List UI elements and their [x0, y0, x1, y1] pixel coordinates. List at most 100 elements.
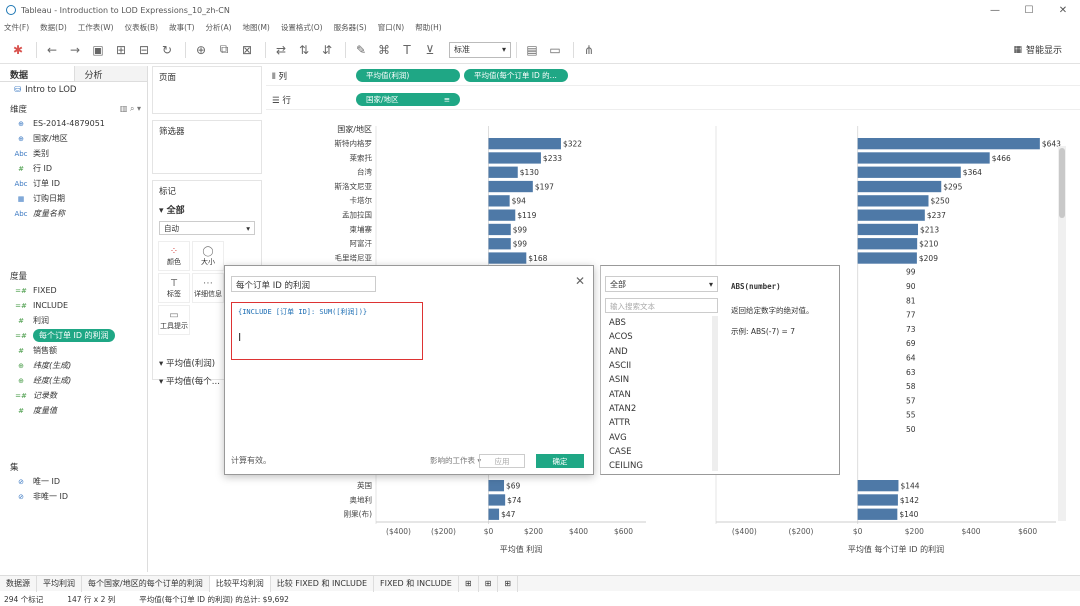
field-item[interactable]: =# 每个订单 ID 的利润 — [0, 328, 147, 343]
color-button[interactable]: ⁘ 颜色 — [158, 241, 190, 271]
new-story-icon[interactable]: ⊞ — [498, 575, 518, 592]
show-me-button[interactable]: ▦ 智能显示 — [1013, 43, 1062, 57]
filters-shelf[interactable]: 筛选器 — [152, 120, 262, 174]
highlight-icon[interactable]: ✎ — [351, 40, 371, 60]
function-list-item[interactable]: AND — [605, 345, 712, 359]
pause-updates-icon[interactable]: ⊟ — [134, 40, 154, 60]
labels-icon[interactable]: T — [397, 40, 417, 60]
show-cards-icon[interactable]: ▤ — [522, 40, 542, 60]
sort-ascending-icon[interactable]: ⇅ — [294, 40, 314, 60]
function-list-item[interactable]: AVG — [605, 430, 712, 444]
menu-server[interactable]: 服务器(S) — [334, 22, 367, 33]
function-list-item[interactable]: CEILING — [605, 459, 712, 471]
calc-formula-editor[interactable]: {INCLUDE [订单 ID]: SUM([利润])} I — [231, 302, 423, 360]
maximize-button[interactable]: ☐ — [1012, 0, 1046, 20]
tab-sheet[interactable]: 比较 FIXED 和 INCLUDE — [271, 575, 375, 592]
ok-button[interactable]: 确定 — [536, 454, 584, 468]
column-pill-avg-per-order[interactable]: 平均值(每个订单 ID 的... — [464, 69, 568, 82]
tab-analysis[interactable]: 分析 — [73, 66, 147, 81]
clear-sheet-icon[interactable]: ⊠ — [237, 40, 257, 60]
field-item[interactable]: Abc 度量名称 — [0, 206, 147, 221]
presentation-mode-icon[interactable]: ▭ — [545, 40, 565, 60]
menu-worksheet[interactable]: 工作表(W) — [78, 22, 114, 33]
menu-dashboard[interactable]: 仪表板(B) — [125, 22, 159, 33]
menu-window[interactable]: 窗口(N) — [378, 22, 404, 33]
new-worksheet-icon[interactable]: ⊞ — [459, 575, 479, 592]
field-item[interactable]: ⊕ ES-2014-4879051 — [0, 116, 147, 131]
menu-help[interactable]: 帮助(H) — [415, 22, 442, 33]
field-item[interactable]: =# FIXED — [0, 283, 147, 298]
field-item[interactable]: ⊕ 经度(生成) — [0, 373, 147, 388]
function-list-item[interactable]: CASE — [605, 445, 712, 459]
tableau-home-icon[interactable]: ✱ — [8, 40, 28, 60]
fix-axes-icon[interactable]: ⊻ — [420, 40, 440, 60]
marks-all-tab[interactable]: ▾ 全部 — [153, 201, 261, 218]
redo-icon[interactable]: → — [65, 40, 85, 60]
field-item[interactable]: # 度量值 — [0, 403, 147, 418]
calc-name-field[interactable]: 每个订单 ID 的利润 — [231, 276, 376, 292]
detail-icon: ⋯ — [203, 277, 213, 289]
tooltip-button[interactable]: ▭ 工具提示 — [158, 305, 190, 335]
function-search-input[interactable]: 输入搜索文本 — [605, 298, 718, 313]
function-category-select[interactable]: 全部 ▾ — [605, 276, 718, 292]
function-list-item[interactable]: ATAN2 — [605, 402, 712, 416]
function-list-item[interactable]: ATTR — [605, 416, 712, 430]
menu-analysis[interactable]: 分析(A) — [206, 22, 232, 33]
sheets-affected-dropdown[interactable]: 影响的工作表 ▾ — [430, 455, 481, 466]
bar — [857, 180, 942, 193]
column-pill-avg-profit[interactable]: 平均值(利润) — [356, 69, 460, 82]
mark-type-select[interactable]: 自动 ▾ — [159, 221, 255, 235]
group-icon[interactable]: ⌘ — [374, 40, 394, 60]
datasource-item[interactable]: ⛁ Intro to LOD — [0, 82, 147, 98]
share-icon[interactable]: ⋔ — [579, 40, 599, 60]
new-datasource-icon[interactable]: ⊞ — [111, 40, 131, 60]
pages-shelf[interactable]: 页面 — [152, 66, 262, 114]
field-item[interactable]: ⊕ 国家/地区 — [0, 131, 147, 146]
function-list-item[interactable]: ASIN — [605, 373, 712, 387]
menu-data[interactable]: 数据(D) — [40, 22, 67, 33]
menu-map[interactable]: 地图(M) — [243, 22, 270, 33]
function-list-item[interactable]: ATAN — [605, 387, 712, 401]
minimize-button[interactable]: — — [978, 0, 1012, 20]
duplicate-sheet-icon[interactable]: ⧉ — [214, 40, 234, 60]
tab-sheet[interactable]: 每个国家/地区的每个订单的利润 — [82, 575, 210, 592]
row-pill-country[interactable]: 国家/地区 ≡ — [356, 93, 460, 106]
detail-button[interactable]: ⋯ 详细信息 — [192, 273, 224, 303]
field-item[interactable]: # 行 ID — [0, 161, 147, 176]
set-item[interactable]: ⊘ 唯一 ID — [0, 474, 147, 489]
function-list-item[interactable]: ACOS — [605, 330, 712, 344]
menu-story[interactable]: 故事(T) — [169, 22, 194, 33]
field-item[interactable]: # 销售额 — [0, 343, 147, 358]
field-item[interactable]: ▦ 订购日期 — [0, 191, 147, 206]
field-item[interactable]: =# 记录数 — [0, 388, 147, 403]
undo-icon[interactable]: ← — [42, 40, 62, 60]
sort-descending-icon[interactable]: ⇵ — [317, 40, 337, 60]
tab-sheet[interactable]: 比较平均利润 — [209, 575, 271, 592]
close-window-button[interactable]: ✕ — [1046, 0, 1080, 20]
fit-select[interactable]: 标准 ▾ — [449, 41, 511, 58]
tab-sheet[interactable]: 平均利润 — [37, 575, 82, 592]
field-item[interactable]: Abc 订单 ID — [0, 176, 147, 191]
apply-button[interactable]: 应用 — [479, 454, 525, 468]
field-item[interactable]: ⊕ 纬度(生成) — [0, 358, 147, 373]
menu-file[interactable]: 文件(F) — [4, 22, 29, 33]
field-item[interactable]: =# INCLUDE — [0, 298, 147, 313]
close-icon[interactable]: ✕ — [575, 274, 585, 288]
field-item[interactable]: # 利润 — [0, 313, 147, 328]
label-button[interactable]: T 标签 — [158, 273, 190, 303]
set-item[interactable]: ⊘ 非唯一 ID — [0, 489, 147, 504]
tab-sheet[interactable]: FIXED 和 INCLUDE — [374, 575, 459, 592]
swap-icon[interactable]: ⇄ — [271, 40, 291, 60]
new-dashboard-icon[interactable]: ⊞ — [479, 575, 499, 592]
tab-datasource[interactable]: 数据源 — [0, 575, 37, 592]
function-list-item[interactable]: ABS — [605, 316, 712, 330]
save-icon[interactable]: ▣ — [88, 40, 108, 60]
tab-data[interactable]: 数据 — [0, 66, 74, 81]
menu-format[interactable]: 设置格式(O) — [281, 22, 323, 33]
new-worksheet-icon[interactable]: ⊕ — [191, 40, 211, 60]
function-list-item[interactable]: ASCII — [605, 359, 712, 373]
search-icon[interactable]: ▥ ⌕ ▾ — [120, 104, 141, 114]
field-item[interactable]: Abc 类别 — [0, 146, 147, 161]
size-button[interactable]: ◯ 大小 — [192, 241, 224, 271]
refresh-icon[interactable]: ↻ — [157, 40, 177, 60]
